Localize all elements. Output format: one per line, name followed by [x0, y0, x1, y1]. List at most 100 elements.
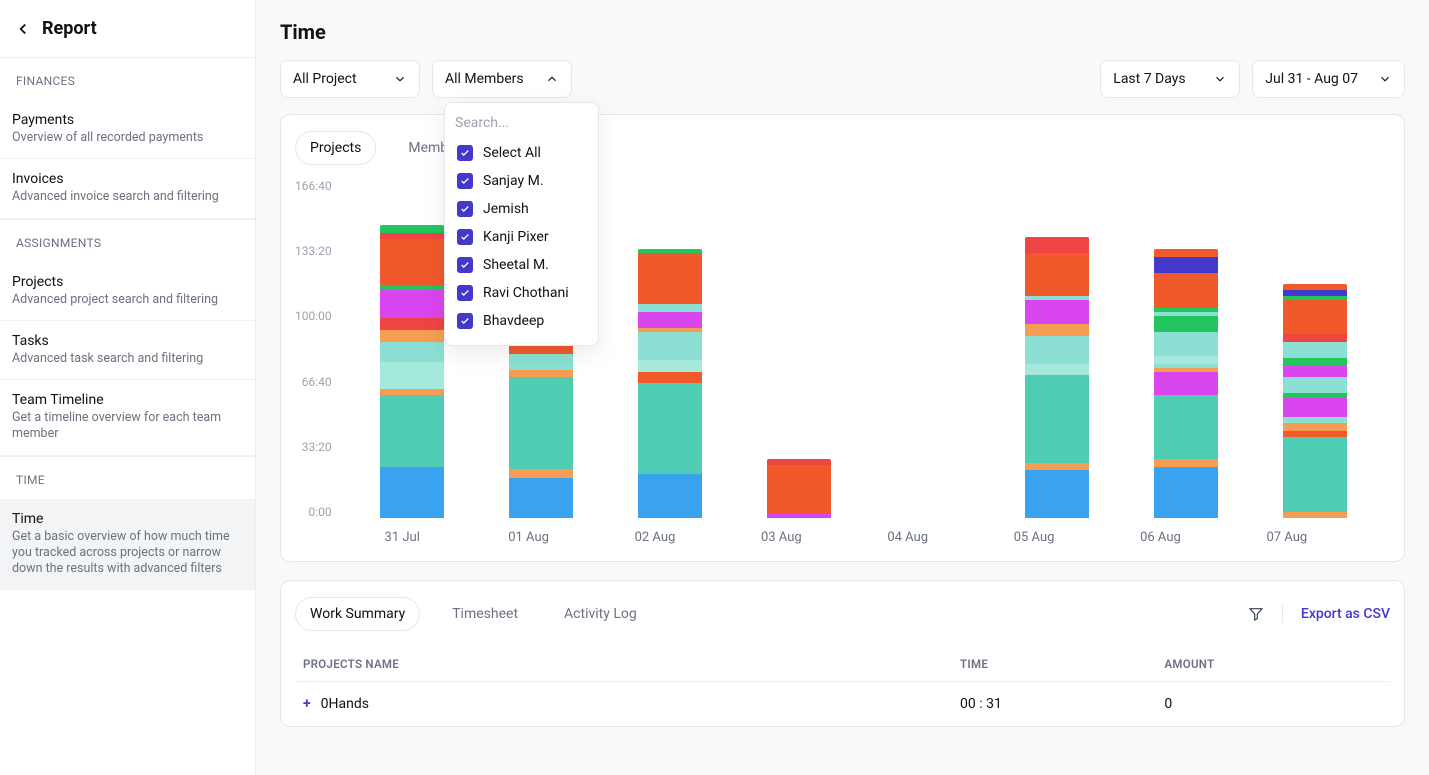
bar-segment: [1154, 249, 1218, 257]
bar-segment: [638, 304, 702, 312]
summary-table: PROJECTS NAMETIMEAMOUNT +0Hands00 : 310: [295, 647, 1390, 726]
summary-tab-work-summary[interactable]: Work Summary: [295, 597, 420, 631]
date-range-dropdown[interactable]: Jul 31 - Aug 07: [1252, 60, 1405, 98]
bar-segment: [638, 383, 702, 474]
export-csv-link[interactable]: Export as CSV: [1301, 606, 1390, 622]
stacked-bar[interactable]: [509, 316, 573, 518]
range-preset-dropdown[interactable]: Last 7 Days: [1100, 60, 1240, 98]
bar-segment: [638, 360, 702, 372]
x-axis: 31 Jul01 Aug02 Aug03 Aug04 Aug05 Aug06 A…: [295, 519, 1390, 545]
member-option[interactable]: Jemish: [445, 195, 598, 223]
checkbox-icon: [457, 285, 473, 301]
nav-item-tasks[interactable]: Tasks Advanced task search and filtering: [0, 321, 255, 380]
bar-segment: [1025, 336, 1089, 364]
bar-segment: [1154, 395, 1218, 458]
nav-item-title: Invoices: [12, 171, 243, 187]
table-row[interactable]: +0Hands00 : 310: [295, 682, 1390, 727]
divider: [1282, 605, 1283, 623]
bar-segment: [1025, 375, 1089, 462]
member-option[interactable]: Ravi Chothani: [445, 279, 598, 307]
bar-segment: [1154, 273, 1218, 309]
summary-tab-timesheet[interactable]: Timesheet: [438, 598, 532, 630]
expand-icon[interactable]: +: [303, 696, 311, 712]
bar-segment: [1025, 324, 1089, 336]
bar-segment: [380, 318, 444, 330]
nav-item-title: Projects: [12, 274, 243, 290]
member-option[interactable]: Bhavdeep: [445, 307, 598, 335]
members-search-input[interactable]: [455, 115, 588, 131]
nav-item-sub: Overview of all recorded payments: [12, 130, 243, 146]
bar-segment: [1283, 366, 1347, 378]
nav-item-payments[interactable]: Payments Overview of all recorded payment…: [0, 100, 255, 159]
member-option[interactable]: Sheetal M.: [445, 251, 598, 279]
x-tick: 02 Aug: [635, 530, 676, 545]
bar-segment: [509, 370, 573, 378]
x-tick: 03 Aug: [761, 530, 802, 545]
bar-segment: [1283, 437, 1347, 512]
stacked-bar[interactable]: [1025, 237, 1089, 518]
bar-segment: [380, 225, 444, 233]
bar-column: [1122, 249, 1251, 518]
nav-item-sub: Advanced project search and filtering: [12, 292, 243, 308]
bar-segment: [1025, 470, 1089, 518]
bar-segment: [638, 253, 702, 304]
member-option[interactable]: Kanji Pixer: [445, 223, 598, 251]
nav-item-sub: Get a timeline overview for each team me…: [12, 410, 243, 443]
chevron-up-icon: [545, 72, 559, 86]
summary-card: Work Summary Timesheet Activity Log Export…: [280, 580, 1405, 727]
sidebar-back[interactable]: Report: [0, 0, 255, 57]
bar-segment: [1154, 459, 1218, 467]
member-option-label: Jemish: [483, 201, 529, 217]
filter-icon[interactable]: [1248, 606, 1264, 622]
table-header: AMOUNT: [1156, 647, 1390, 682]
bar-segment: [1283, 423, 1347, 431]
stacked-bar[interactable]: [380, 225, 444, 518]
members-dropdown-panel: Select AllSanjay M. Jemish Kanji Pixer Shee…: [444, 102, 599, 346]
nav-item-title: Team Timeline: [12, 392, 243, 408]
y-tick: 100:00: [295, 309, 332, 323]
chart-tab-projects[interactable]: Projects: [295, 131, 376, 165]
member-option-label: Sheetal M.: [483, 257, 549, 273]
bar-segment: [1283, 397, 1347, 417]
bar-segment: [638, 332, 702, 360]
bar-segment: [1025, 237, 1089, 253]
stacked-bar[interactable]: [1154, 249, 1218, 518]
bar-segment: [767, 465, 831, 514]
nav-item-time[interactable]: TimeGet a basic overview of how much tim…: [0, 499, 255, 591]
member-option[interactable]: Sanjay M.: [445, 167, 598, 195]
bar-column: [735, 459, 864, 518]
nav-item-invoices[interactable]: Invoices Advanced invoice search and filt…: [0, 159, 255, 218]
bar-segment: [509, 478, 573, 518]
bar-segment: [638, 474, 702, 518]
nav-item-team-timeline[interactable]: Team Timeline Get a timeline overview for…: [0, 380, 255, 456]
bar-segment: [1025, 364, 1089, 376]
date-range-label: Jul 31 - Aug 07: [1265, 71, 1358, 87]
stacked-bar[interactable]: [638, 249, 702, 518]
nav-item-title: Tasks: [12, 333, 243, 349]
bar-segment: [509, 354, 573, 370]
bar-segment: [380, 239, 444, 287]
nav-item-projects[interactable]: Projects Advanced project search and filt…: [0, 262, 255, 321]
bar-segment: [1154, 332, 1218, 356]
bar-segment: [1154, 356, 1218, 364]
stacked-bar[interactable]: [767, 459, 831, 518]
chevron-left-icon: [14, 20, 32, 38]
bar-column: [993, 237, 1122, 518]
bar-segment: [380, 330, 444, 342]
nav-item-title: Payments: [12, 112, 243, 128]
page-title: Time: [256, 0, 1429, 60]
checkbox-icon: [457, 145, 473, 161]
bar-column: [1251, 284, 1380, 518]
member-option[interactable]: Select All: [445, 139, 598, 167]
nav-item-sub: Advanced task search and filtering: [12, 351, 243, 367]
summary-tab-activity-log[interactable]: Activity Log: [550, 598, 651, 630]
nav-item-sub: Advanced invoice search and filtering: [12, 189, 243, 205]
nav-item-sub: Get a basic overview of how much time yo…: [12, 529, 243, 578]
amount-cell: 0: [1156, 682, 1390, 727]
bar-segment: [767, 514, 831, 518]
bar-segment: [509, 377, 573, 468]
project-dropdown[interactable]: All Project: [280, 60, 420, 98]
main: Time All Project All Members Last 7 Days…: [256, 0, 1429, 775]
stacked-bar[interactable]: [1283, 284, 1347, 518]
members-dropdown[interactable]: All Members: [432, 60, 572, 98]
